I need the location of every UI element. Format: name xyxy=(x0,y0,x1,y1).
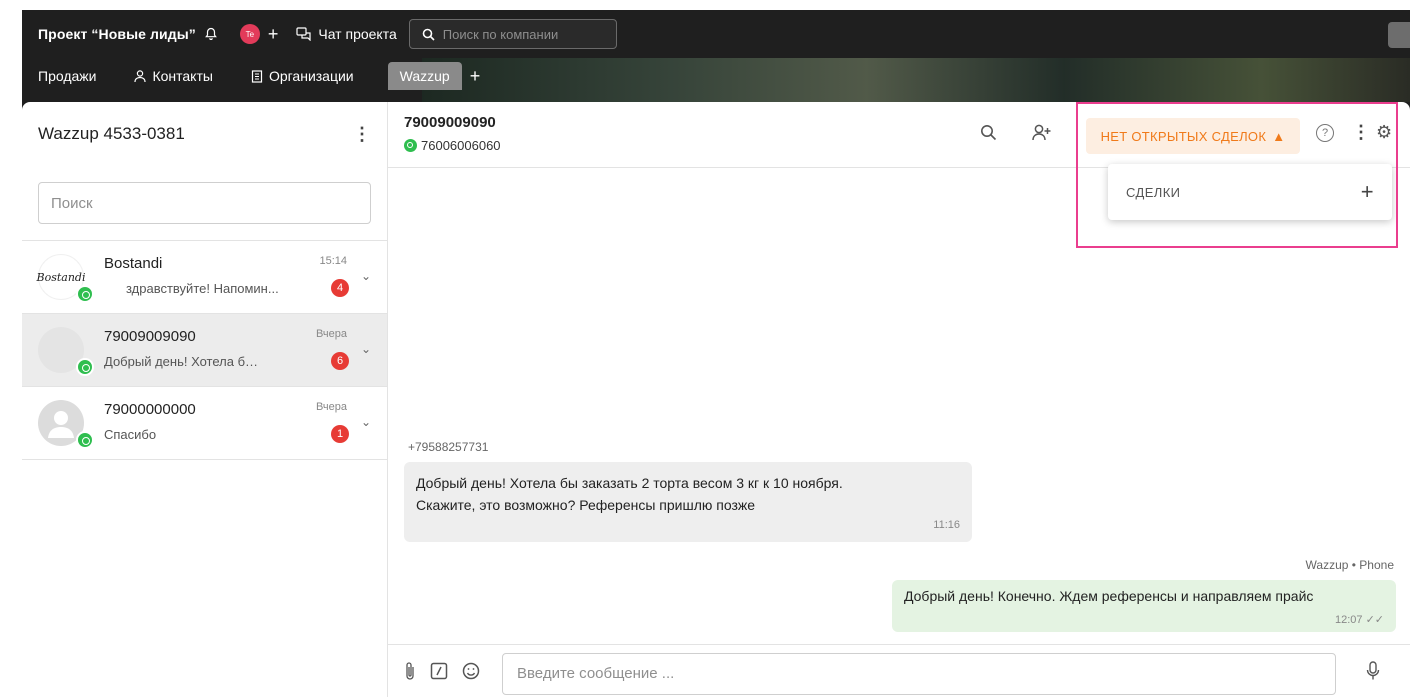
chat-preview: Спасибо xyxy=(104,427,157,442)
emoji-icon[interactable] xyxy=(462,662,480,685)
outgoing-text: Добрый день! Конечно. Ждем референсы и н… xyxy=(904,588,1314,604)
conversation-phone: 76006006060 xyxy=(421,138,501,153)
attach-icon[interactable] xyxy=(404,661,416,686)
outgoing-time-row: 12:07 ✓✓ xyxy=(1335,613,1384,626)
chat-search-input[interactable]: Поиск xyxy=(38,182,371,224)
unread-badge: 4 xyxy=(331,279,349,297)
unread-badge: 1 xyxy=(331,425,349,443)
company-search-input[interactable]: Поиск по компании xyxy=(408,19,617,49)
project-chat-button[interactable]: Чат проекта xyxy=(296,26,397,42)
chat-list: Bostandi Bostandi здравствуйте! Напомин.… xyxy=(22,240,387,460)
incoming-sender: +79588257731 xyxy=(408,440,489,454)
chat-search-placeholder: Поиск xyxy=(51,194,93,212)
tab-contacts-label: Контакты xyxy=(152,68,213,84)
add-deal-icon[interactable]: + xyxy=(1361,179,1374,205)
kebab-icon[interactable]: ⋮ xyxy=(1352,122,1370,143)
tab-bar: Продажи Контакты Организации Wazzup + xyxy=(22,58,1410,94)
conversation-panel: 79009009090 76006006060 НЕТ ОТКРЫТЫХ СДЕ… xyxy=(388,102,1410,697)
plus-icon[interactable]: + xyxy=(268,25,279,43)
double-check-icon: ✓✓ xyxy=(1365,614,1384,626)
message-composer: Введите сообщение ... xyxy=(388,644,1410,697)
template-icon[interactable] xyxy=(430,662,448,685)
top-right-button[interactable] xyxy=(1388,22,1410,48)
chevron-down-icon[interactable]: ⌄ xyxy=(361,342,371,356)
chat-time: 15:14 xyxy=(319,255,347,267)
deals-button[interactable]: НЕТ ОТКРЫТЫХ СДЕЛОК ▲ xyxy=(1086,118,1300,154)
company-search-placeholder: Поиск по компании xyxy=(442,26,559,42)
incoming-time: 11:16 xyxy=(933,519,960,531)
conversation-subtitle: 76006006060 xyxy=(404,138,501,153)
chat-time: Вчера xyxy=(315,401,347,413)
tab-wazzup-label: Wazzup xyxy=(399,68,450,84)
building-icon xyxy=(251,69,263,83)
list-item[interactable]: 79000000000 Спасибо Вчера 1 ⌄ xyxy=(22,387,387,460)
project-title[interactable]: Проект “Новые лиды” xyxy=(38,26,196,42)
deals-dropdown: СДЕЛКИ + xyxy=(1108,164,1392,220)
tab-organizations[interactable]: Организации xyxy=(251,68,354,84)
channel-header: Wazzup 4533-0381 ⋮ xyxy=(22,102,387,166)
chat-name: Bostandi xyxy=(104,255,163,272)
add-tab-icon[interactable]: + xyxy=(470,66,481,87)
whatsapp-icon xyxy=(76,285,94,303)
message-input-placeholder: Введите сообщение ... xyxy=(517,665,675,682)
incoming-line-1: Добрый день! Хотела бы заказать 2 торта … xyxy=(416,475,843,491)
incoming-message: Добрый день! Хотела бы заказать 2 торта … xyxy=(404,462,972,542)
conversation-title: 79009009090 xyxy=(404,114,496,131)
deals-button-label: НЕТ ОТКРЫТЫХ СДЕЛОК xyxy=(1100,128,1267,144)
outgoing-message: Добрый день! Конечно. Ждем референсы и н… xyxy=(892,580,1396,632)
chat-icon xyxy=(296,27,311,41)
user-avatar[interactable]: Te xyxy=(239,24,260,44)
search-icon[interactable] xyxy=(980,124,997,146)
unread-badge: 6 xyxy=(331,352,349,370)
gear-icon[interactable]: ⚙ xyxy=(1376,122,1392,143)
chevron-down-icon[interactable]: ⌄ xyxy=(361,415,371,429)
message-input[interactable]: Введите сообщение ... xyxy=(502,652,1336,695)
kebab-icon[interactable]: ⋮ xyxy=(353,124,371,145)
search-icon xyxy=(422,28,435,41)
chat-name: 79009009090 xyxy=(104,328,196,345)
whatsapp-icon xyxy=(404,139,417,152)
chat-preview: здравствуйте! Напомин... xyxy=(126,281,279,296)
outgoing-sender: Wazzup • Phone xyxy=(1305,558,1394,572)
add-contact-icon[interactable] xyxy=(1032,124,1052,147)
chat-time: Вчера xyxy=(315,328,347,340)
list-item[interactable]: 79009009090 Добрый день! Хотела бы зак..… xyxy=(22,314,387,387)
bell-icon[interactable] xyxy=(204,27,218,41)
chat-preview: Добрый день! Хотела бы зак... xyxy=(104,354,264,369)
conversation-header: 79009009090 76006006060 НЕТ ОТКРЫТЫХ СДЕ… xyxy=(388,102,1410,168)
avatar-logo-text: Bostandi xyxy=(36,270,86,284)
user-icon xyxy=(134,69,147,82)
tab-sales[interactable]: Продажи xyxy=(38,68,96,84)
tab-sales-label: Продажи xyxy=(38,68,97,84)
dropdown-label: СДЕЛКИ xyxy=(1126,184,1181,200)
chat-name: 79000000000 xyxy=(104,401,196,418)
whatsapp-icon xyxy=(76,358,94,376)
chat-list-panel: Wazzup 4533-0381 ⋮ Поиск Bostandi Bostan… xyxy=(22,102,388,697)
mic-icon[interactable] xyxy=(1366,661,1380,686)
app-window: Проект “Новые лиды” Te + Чат проекта Пои… xyxy=(22,10,1410,697)
incoming-line-2: Скажите, это возможно? Референсы пришлю … xyxy=(416,497,756,513)
tab-organizations-label: Организации xyxy=(268,68,354,84)
tab-contacts[interactable]: Контакты xyxy=(134,68,213,84)
project-chat-label: Чат проекта xyxy=(318,26,397,42)
tab-wazzup[interactable]: Wazzup xyxy=(387,62,462,90)
outgoing-time: 12:07 xyxy=(1334,614,1363,626)
top-bar: Проект “Новые лиды” Te + Чат проекта Пои… xyxy=(22,10,1410,58)
list-item[interactable]: Bostandi Bostandi здравствуйте! Напомин.… xyxy=(22,241,387,314)
caret-up-icon: ▲ xyxy=(1272,128,1286,144)
whatsapp-icon xyxy=(76,431,94,449)
channel-title: Wazzup 4533-0381 xyxy=(38,124,185,143)
main-panel: Wazzup 4533-0381 ⋮ Поиск Bostandi Bostan… xyxy=(22,102,1410,697)
chevron-down-icon[interactable]: ⌄ xyxy=(361,269,371,283)
help-icon[interactable]: ? xyxy=(1316,124,1334,142)
